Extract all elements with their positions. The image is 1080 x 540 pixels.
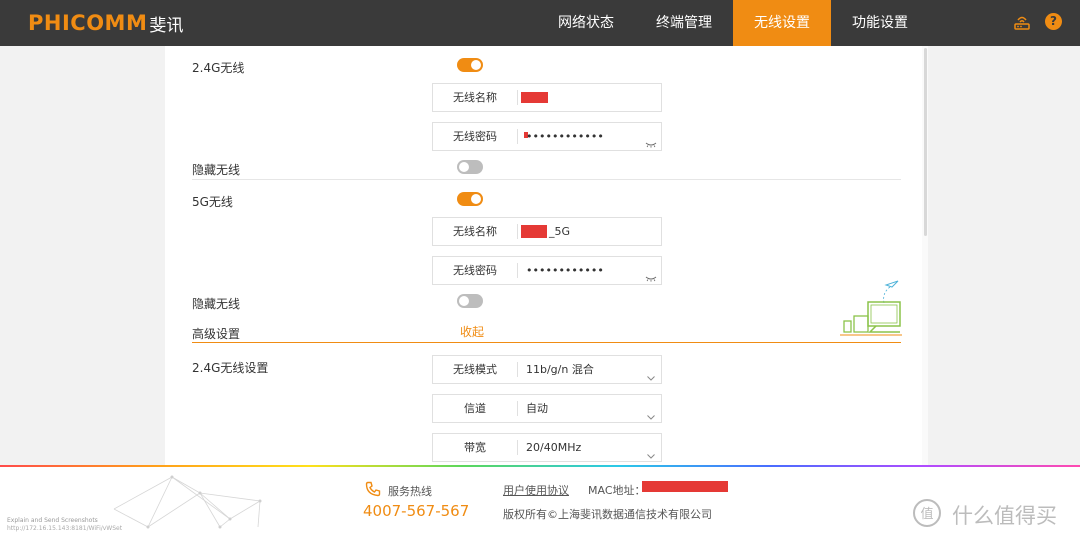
wireless-settings-panel: 2.4G无线 无线名称 无线密码 •••••••••••• 隐藏无线 5G无线 … <box>165 46 928 466</box>
eye-closed-icon[interactable] <box>645 267 657 286</box>
wifi-5g-label: 5G无线 <box>192 195 233 209</box>
channel-select-value: 自动 <box>526 402 548 415</box>
ssid-field-label: 无线名称 <box>453 225 497 238</box>
wifi-24g-password-field[interactable]: 无线密码 •••••••••••• <box>432 122 662 151</box>
panel-scrollbar[interactable] <box>922 46 928 466</box>
scrollbar-thumb[interactable] <box>924 48 927 236</box>
hotline-number: 4007-567-567 <box>363 502 470 520</box>
wifi-5g-password-input[interactable]: •••••••••••• <box>526 257 604 284</box>
nav-function-settings[interactable]: 功能设置 <box>831 0 929 46</box>
bandwidth-select-label: 带宽 <box>464 441 486 454</box>
password-field-label: 无线密码 <box>453 130 497 143</box>
watermark-text: 什么值得买 <box>952 504 1057 528</box>
help-icon[interactable]: ? <box>1045 13 1062 30</box>
password-field-label: 无线密码 <box>453 264 497 277</box>
page-footer: 服务热线 4007-567-567 用户使用协议 MAC地址： 版权所有©上海斐… <box>0 467 1080 540</box>
bandwidth-select[interactable]: 带宽 20/40MHz <box>432 433 662 462</box>
channel-select-label: 信道 <box>464 402 486 415</box>
main-nav: 网络状态 终端管理 无线设置 功能设置 <box>537 0 929 46</box>
header-icons: ? <box>1013 13 1062 30</box>
eye-closed-icon[interactable] <box>645 133 657 152</box>
chevron-down-icon <box>647 444 655 463</box>
phicomm-logo: PHICOMM 斐讯 <box>28 11 184 36</box>
mac-redaction-mark <box>642 481 728 492</box>
redaction-mark <box>521 225 547 238</box>
channel-select[interactable]: 信道 自动 <box>432 394 662 423</box>
logo-brand-cn: 斐讯 <box>149 15 184 36</box>
nav-network-status[interactable]: 网络状态 <box>537 0 635 46</box>
devices-illustration-icon <box>840 279 902 343</box>
wifi-5g-toggle[interactable] <box>457 192 483 206</box>
watermark-logo-icon: 值 <box>912 498 942 532</box>
screenshot-tool-text: Explain and Send Screenshots <box>7 517 98 524</box>
wifi-24g-label: 2.4G无线 <box>192 61 245 75</box>
phone-icon <box>365 481 381 501</box>
wireless-mode-select[interactable]: 无线模式 11b/g/n 混合 <box>432 355 662 384</box>
chevron-down-icon <box>647 405 655 424</box>
nav-wireless-settings[interactable]: 无线设置 <box>733 0 831 46</box>
router-icon[interactable] <box>1013 14 1031 30</box>
mac-address-label: MAC地址： <box>588 484 646 497</box>
user-agreement-link[interactable]: 用户使用协议 <box>503 482 569 498</box>
redaction-mark <box>521 92 548 103</box>
hotline-label: 服务热线 <box>388 485 432 498</box>
svg-text:值: 值 <box>920 506 933 522</box>
wifi-24g-hide-label: 隐藏无线 <box>192 163 241 177</box>
wifi-24g-toggle[interactable] <box>457 58 483 72</box>
wifi-5g-ssid-field[interactable]: 无线名称 _5G <box>432 217 662 246</box>
advanced-24g-label: 2.4G无线设置 <box>192 361 269 375</box>
wifi-5g-password-field[interactable]: 无线密码 •••••••••••• <box>432 256 662 285</box>
wifi-24g-hide-toggle[interactable] <box>457 160 483 174</box>
chevron-down-icon <box>647 366 655 385</box>
network-graphic-icon <box>110 469 270 535</box>
copyright-text: 版权所有©上海斐讯数据通信技术有限公司 <box>503 508 712 521</box>
mode-select-label: 无线模式 <box>453 363 497 376</box>
wifi-5g-hide-label: 隐藏无线 <box>192 297 241 311</box>
top-bar: PHICOMM 斐讯 网络状态 终端管理 无线设置 功能设置 ? <box>0 0 1080 46</box>
nav-device-management[interactable]: 终端管理 <box>635 0 733 46</box>
bandwidth-select-value: 20/40MHz <box>526 441 582 454</box>
collapse-link[interactable]: 收起 <box>460 323 484 340</box>
ssid-field-label: 无线名称 <box>453 91 497 104</box>
mode-select-value: 11b/g/n 混合 <box>526 363 594 376</box>
url-text: http://172.16.15.143:8181/WiFi/vWSet <box>7 525 123 532</box>
section-divider <box>192 179 901 180</box>
wifi-24g-ssid-field[interactable]: 无线名称 <box>432 83 662 112</box>
wifi-5g-ssid-input[interactable]: _5G <box>549 218 570 245</box>
wifi-5g-hide-toggle[interactable] <box>457 294 483 308</box>
logo-brand-text: PHICOMM <box>28 11 148 35</box>
advanced-settings-label: 高级设置 <box>192 327 241 341</box>
advanced-divider <box>192 342 901 343</box>
wifi-24g-password-input[interactable]: •••••••••••• <box>526 123 604 150</box>
